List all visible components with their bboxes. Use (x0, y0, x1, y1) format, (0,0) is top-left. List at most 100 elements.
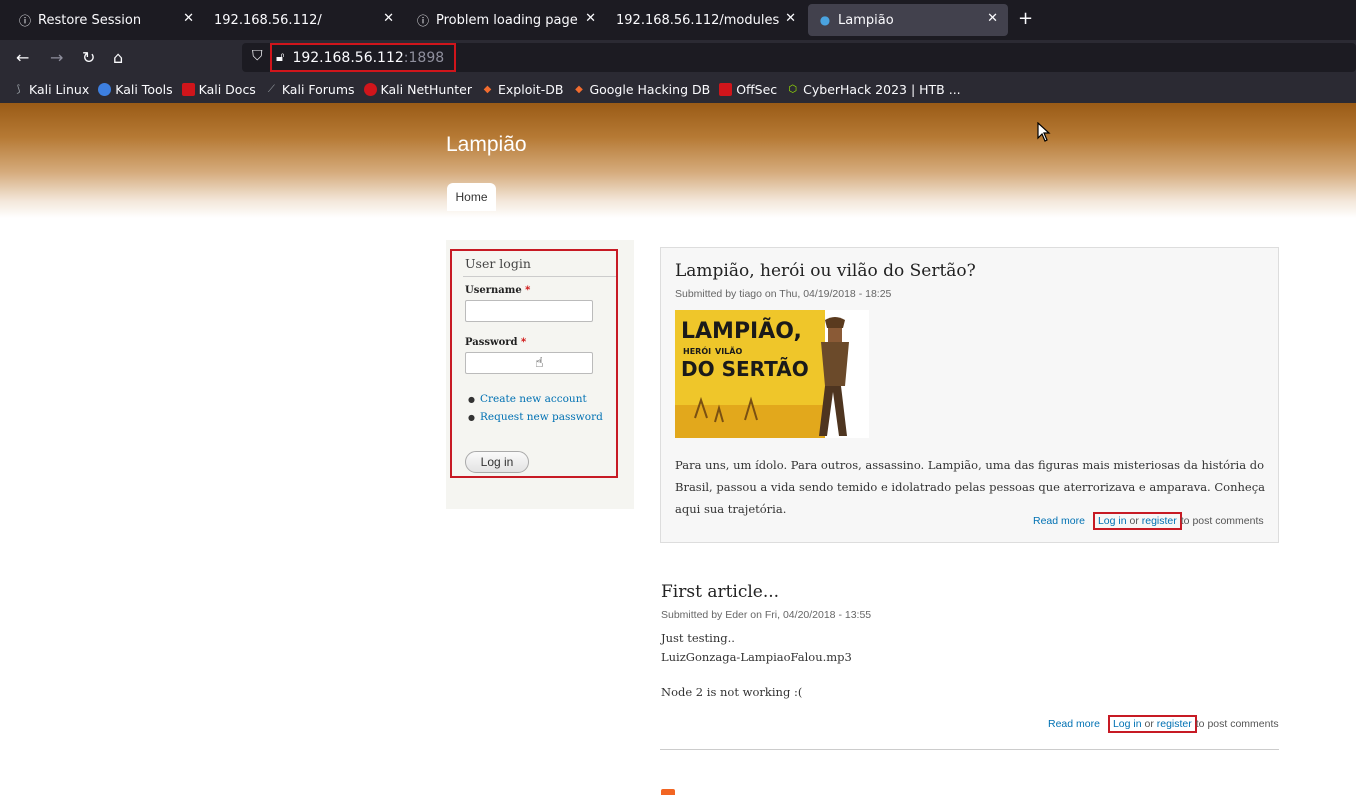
bookmark-htb[interactable]: ⬡ CyberHack 2023 | HTB ... (786, 82, 961, 97)
bookmarks-toolbar: ⟆ Kali Linux Kali Tools Kali Docs ⟋ Kali… (0, 76, 1356, 103)
tab-title: 192.168.56.112/ (214, 12, 322, 28)
user-login-block: User login Username * Password * ☝ ● Crea… (450, 249, 618, 478)
close-icon[interactable]: ✕ (785, 11, 796, 26)
tab-title: Problem loading page (436, 12, 578, 28)
sidebar: User login Username * Password * ☝ ● Crea… (446, 240, 634, 509)
tab-title: 192.168.56.112/modules (616, 12, 780, 28)
kali-docs-icon (181, 83, 195, 96)
offsec-icon (719, 83, 733, 96)
kali-tools-icon (98, 83, 112, 96)
article-title[interactable]: First article... (661, 582, 779, 602)
svg-text:LAMPIÃO,: LAMPIÃO, (681, 318, 802, 344)
kali-dragon-icon: ⟆ (16, 84, 21, 95)
post-comments-text: to post comments (1180, 515, 1264, 527)
username-field[interactable] (465, 300, 593, 322)
article-links: Read more Log in or register to post com… (1048, 715, 1279, 733)
back-arrow-icon[interactable]: ← (16, 48, 29, 67)
request-password-link[interactable]: ● Request new password (468, 411, 603, 423)
ghdb-icon: ◆ (575, 84, 583, 95)
url-port: :1898 (403, 49, 445, 66)
login-title: User login (465, 256, 531, 271)
kali-forums-icon: ⟋ (267, 84, 275, 95)
username-label: Username * (465, 285, 531, 296)
login-links: ● Create new account ● Request new passwor… (468, 393, 603, 429)
nethunter-icon (363, 83, 377, 96)
close-icon[interactable]: ✕ (987, 11, 998, 26)
close-icon[interactable]: ✕ (183, 11, 194, 26)
password-field[interactable] (465, 352, 593, 374)
login-register-highlight: Log in or register (1092, 512, 1182, 530)
or-text: or (1144, 718, 1154, 730)
new-tab-button[interactable]: + (1018, 8, 1033, 29)
article-links: Read more Log in or register to post com… (1033, 512, 1264, 530)
log-in-button[interactable]: Log in (465, 451, 529, 473)
svg-text:HERÓI: HERÓI (683, 345, 711, 356)
home-icon[interactable]: ⌂ (113, 48, 123, 67)
tab-bar: ⓘ Restore Session ✕ 192.168.56.112/ ✕ ⓘ … (0, 0, 1356, 40)
tab-restore-session[interactable]: ⓘ Restore Session ✕ (8, 4, 204, 36)
bookmark-kali-nethunter[interactable]: Kali NetHunter (363, 82, 473, 97)
tab-lampiao[interactable]: ● Lampião ✕ (808, 4, 1008, 36)
insecure-lock-icon[interactable]: 🔓︎ (276, 50, 284, 65)
close-icon[interactable]: ✕ (383, 11, 394, 26)
svg-text:VILÃO: VILÃO (715, 346, 742, 356)
divider (660, 749, 1279, 750)
read-more-link[interactable]: Read more (1033, 515, 1085, 527)
rss-feed-icon[interactable] (661, 789, 675, 795)
article-image[interactable]: LAMPIÃO, HERÓI VILÃO DO SERTÃO (675, 310, 869, 438)
bookmark-ghdb[interactable]: ◆ Google Hacking DB (572, 82, 710, 97)
register-link[interactable]: register (1142, 515, 1177, 527)
bookmark-kali-linux[interactable]: ⟆ Kali Linux (12, 82, 90, 97)
tab-title: Lampião (838, 12, 894, 28)
log-in-link[interactable]: Log in (1098, 515, 1127, 527)
log-in-link[interactable]: Log in (1113, 718, 1142, 730)
article-body-line: Node 2 is not working :( (661, 685, 803, 699)
close-icon[interactable]: ✕ (585, 11, 596, 26)
article-node-1: Lampião, herói ou vilão do Sertão? Submi… (660, 247, 1279, 543)
bookmark-label: OffSec (736, 82, 778, 97)
url-highlight: 🔓︎ 192.168.56.112 :1898 (270, 43, 456, 72)
register-link[interactable]: register (1157, 718, 1192, 730)
navigation-toolbar: ← → ↻ ⌂ ⛉ 🔓︎ 192.168.56.112 :1898 (0, 40, 1356, 76)
bookmark-label: Kali Linux (29, 82, 90, 97)
password-label: Password * (465, 337, 527, 348)
divider (463, 276, 616, 277)
or-text: or (1129, 515, 1139, 527)
drupal-favicon-icon: ● (819, 13, 831, 27)
article-meta: Submitted by Eder on Fri, 04/20/2018 - 1… (661, 609, 872, 621)
url-bar[interactable]: ⛉ 🔓︎ 192.168.56.112 :1898 (242, 43, 1356, 72)
reload-icon[interactable]: ↻ (82, 48, 95, 67)
bookmark-label: Google Hacking DB (589, 82, 711, 97)
url-host: 192.168.56.112 (292, 49, 404, 66)
read-more-link[interactable]: Read more (1048, 718, 1100, 730)
bookmark-label: Kali NetHunter (380, 82, 473, 97)
info-circle-icon: ⓘ (18, 13, 31, 28)
bookmark-label: CyberHack 2023 | HTB ... (803, 82, 961, 97)
bookmark-kali-tools[interactable]: Kali Tools (98, 82, 173, 97)
article-meta: Submitted by tiago on Thu, 04/19/2018 - … (675, 288, 892, 300)
exploitdb-icon: ◆ (483, 84, 492, 95)
tab-modules[interactable]: 192.168.56.112/modules ✕ (606, 4, 806, 36)
bookmark-kali-forums[interactable]: ⟋ Kali Forums (265, 82, 355, 97)
bookmark-offsec[interactable]: OffSec (719, 82, 777, 97)
forward-arrow-icon[interactable]: → (50, 48, 63, 67)
article-body-line: LuizGonzaga-LampiaoFalou.mp3 (661, 650, 852, 664)
create-account-link[interactable]: ● Create new account (468, 393, 603, 405)
article-title[interactable]: Lampião, herói ou vilão do Sertão? (675, 261, 976, 281)
svg-text:DO SERTÃO: DO SERTÃO (681, 357, 809, 381)
site-header (0, 103, 1356, 218)
bookmark-exploit-db[interactable]: ◆ Exploit-DB (481, 82, 564, 97)
bookmark-kali-docs[interactable]: Kali Docs (181, 82, 256, 97)
site-name[interactable]: Lampião (446, 133, 527, 157)
info-circle-icon: ⓘ (416, 13, 429, 28)
post-comments-text: to post comments (1195, 718, 1279, 730)
bookmark-label: Kali Docs (198, 82, 256, 97)
web-page: Lampião Home User login Username * Passw… (0, 103, 1356, 795)
bookmark-label: Kali Forums (281, 82, 355, 97)
nav-tab-home[interactable]: Home (447, 183, 496, 211)
tab-problem-loading[interactable]: ⓘ Problem loading page ✕ (406, 4, 606, 36)
bookmark-label: Kali Tools (115, 82, 173, 97)
mouse-pointer-icon (1037, 122, 1051, 142)
shield-icon[interactable]: ⛉ (252, 48, 263, 64)
tab-root[interactable]: 192.168.56.112/ ✕ (204, 4, 404, 36)
